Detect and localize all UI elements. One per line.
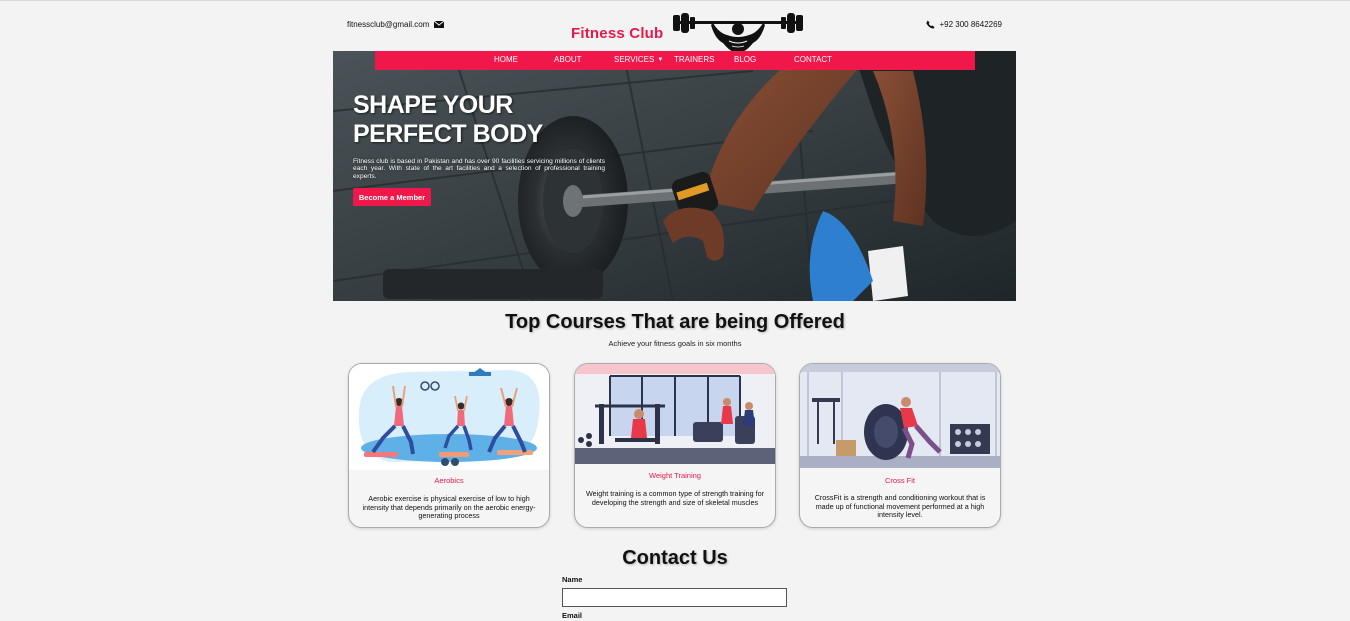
phone-icon: [926, 20, 936, 29]
course-card-aerobics[interactable]: Aerobics Aerobic exercise is physical ex…: [348, 363, 550, 528]
contact-title: Contact Us: [622, 547, 728, 569]
top-border: [0, 0, 1350, 1]
course-card-title[interactable]: Cross Fit: [800, 476, 1000, 485]
name-input[interactable]: [562, 588, 787, 607]
course-card-weight-training[interactable]: Weight Training Weight training is a com…: [574, 363, 776, 528]
caret-down-icon: ▼: [657, 57, 664, 63]
site-header: fitnessclub@gmail.com Fitness Club +92 3…: [333, 8, 1016, 53]
header-phone[interactable]: +92 300 8642269: [926, 20, 1002, 29]
courses-subtitle: Achieve your fitness goals in six months: [608, 339, 742, 348]
nav-item-blog[interactable]: BLOG: [734, 55, 756, 64]
nav-item-label[interactable]: BLOG: [734, 55, 756, 64]
hero-title-line-2: PERFECT BODY: [353, 120, 543, 148]
brand-name[interactable]: Fitness Club: [571, 25, 663, 42]
crossfit-illustration: [800, 364, 1000, 468]
nav-item-label[interactable]: CONTACT: [794, 55, 832, 64]
hero-title-line-1: SHAPE YOUR: [353, 91, 513, 119]
weight-training-illustration: [575, 364, 775, 464]
weightlifter-logo-icon: [673, 13, 804, 53]
nav-item-trainers[interactable]: TRAINERS: [674, 55, 714, 64]
nav-item-label[interactable]: HOME: [494, 55, 518, 64]
nav-item-services[interactable]: SERVICES ▼: [614, 55, 663, 64]
main-nav: HOME ABOUT SERVICES ▼ TRAINERS BLOG CONTA…: [375, 51, 975, 70]
header-email[interactable]: fitnessclub@gmail.com: [347, 20, 445, 29]
header-phone-text[interactable]: +92 300 8642269: [939, 20, 1002, 29]
hero-banner: SHAPE YOUR PERFECT BODY Fitness club is …: [333, 51, 1016, 301]
name-label: Name: [562, 575, 583, 584]
nav-item-about[interactable]: ABOUT: [554, 55, 582, 64]
email-label: Email: [562, 611, 583, 620]
nav-item-label[interactable]: TRAINERS: [674, 55, 714, 64]
nav-item-home[interactable]: HOME: [494, 55, 518, 64]
envelope-icon: [434, 21, 445, 28]
nav-item-label[interactable]: SERVICES: [614, 55, 654, 64]
become-member-button[interactable]: Become a Member: [353, 188, 431, 206]
hero-description: Fitness club is based in Pakistan and ha…: [353, 158, 605, 180]
hero-title: SHAPE YOUR PERFECT BODY: [353, 91, 543, 149]
courses-title: Top Courses That are being Offered: [505, 311, 845, 333]
aerobics-illustration: [349, 364, 549, 470]
course-card-text: Aerobic exercise is physical exercise of…: [362, 494, 536, 520]
brand-logo-link[interactable]: Fitness Club: [571, 13, 807, 53]
course-card-text: CrossFit is a strength and conditioning …: [814, 493, 986, 519]
course-card-crossfit[interactable]: Cross Fit CrossFit is a strength and con…: [799, 363, 1001, 528]
nav-item-label[interactable]: ABOUT: [554, 55, 582, 64]
header-email-text[interactable]: fitnessclub@gmail.com: [347, 20, 429, 29]
course-card-title[interactable]: Weight Training: [575, 471, 775, 480]
nav-item-contact[interactable]: CONTACT: [794, 55, 832, 64]
course-card-text: Weight training is a common type of stre…: [585, 489, 765, 507]
course-card-title[interactable]: Aerobics: [349, 476, 549, 485]
